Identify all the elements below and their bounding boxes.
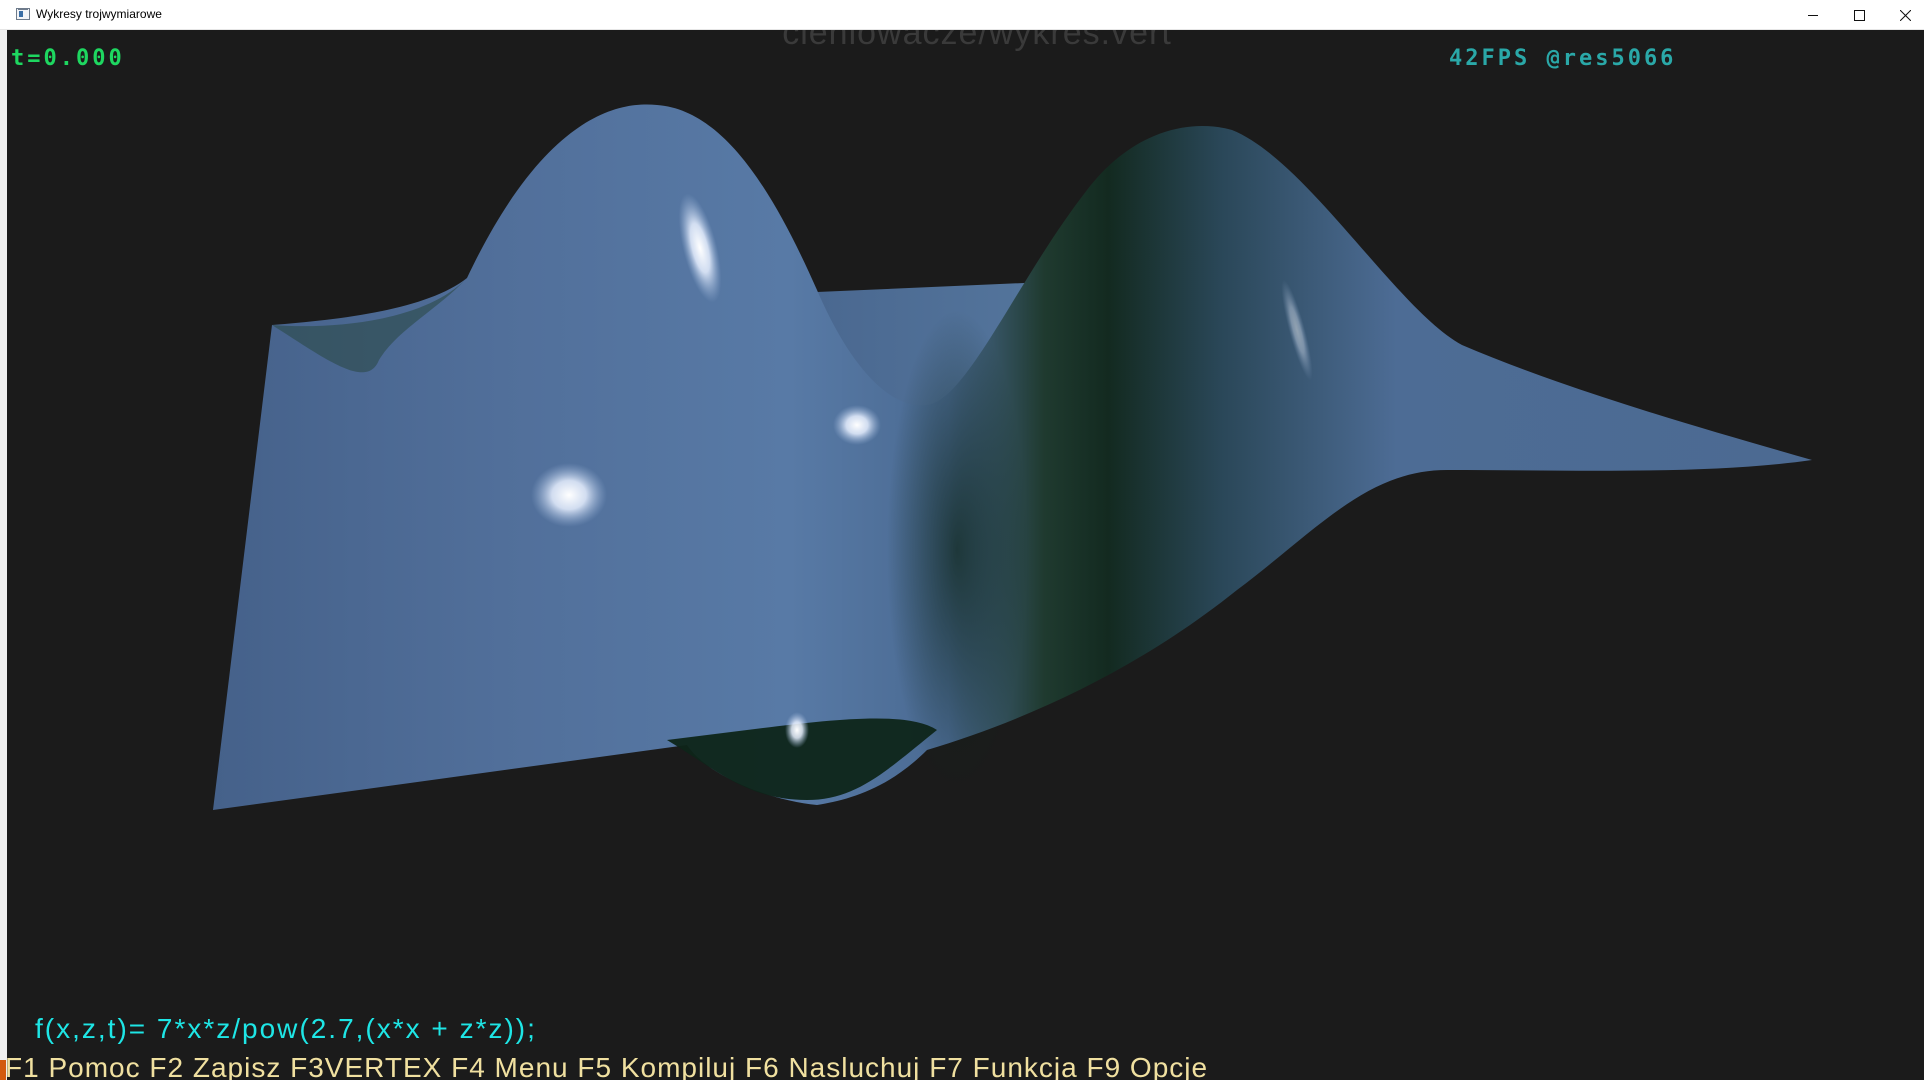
title-bar: Wykresy trojwymiarowe bbox=[0, 0, 1924, 30]
highlight-bottom bbox=[785, 712, 809, 748]
key-compile[interactable]: F5 Kompiluj bbox=[577, 1052, 736, 1080]
fps-readout: 42FPS @res5066 bbox=[1449, 46, 1677, 71]
key-help[interactable]: F1 Pomoc bbox=[7, 1052, 141, 1080]
highlight-mid bbox=[833, 405, 881, 445]
function-keys-bar: F1 Pomoc F2 Zapisz F3VERTEX F4 Menu F5 K… bbox=[7, 1052, 1208, 1080]
highlight-left bbox=[531, 463, 607, 527]
maximize-button[interactable] bbox=[1836, 0, 1882, 30]
window-app-icon[interactable] bbox=[16, 8, 30, 20]
render-viewport[interactable]: cieniowacze/wykres.vert t=0.000 42FPS @r… bbox=[7, 30, 1924, 1080]
function-expression[interactable]: f(x,z,t)= 7*x*z/pow(2.7,(x*x + z*z)); bbox=[35, 1013, 537, 1045]
window-left-border bbox=[0, 30, 7, 1080]
function-surface-render bbox=[213, 104, 1812, 811]
minimize-button[interactable] bbox=[1790, 0, 1836, 30]
time-readout: t=0.000 bbox=[11, 46, 125, 71]
key-listen[interactable]: F6 Nasluchuj bbox=[745, 1052, 920, 1080]
close-icon bbox=[1900, 10, 1911, 21]
key-options[interactable]: F9 Opcje bbox=[1086, 1052, 1208, 1080]
key-function[interactable]: F7 Funkcja bbox=[929, 1052, 1078, 1080]
key-vertex[interactable]: F3VERTEX bbox=[290, 1052, 442, 1080]
key-save[interactable]: F2 Zapisz bbox=[149, 1052, 281, 1080]
edge-marker bbox=[0, 1060, 6, 1080]
close-button[interactable] bbox=[1882, 0, 1924, 30]
key-menu[interactable]: F4 Menu bbox=[451, 1052, 569, 1080]
window-title: Wykresy trojwymiarowe bbox=[36, 7, 162, 21]
